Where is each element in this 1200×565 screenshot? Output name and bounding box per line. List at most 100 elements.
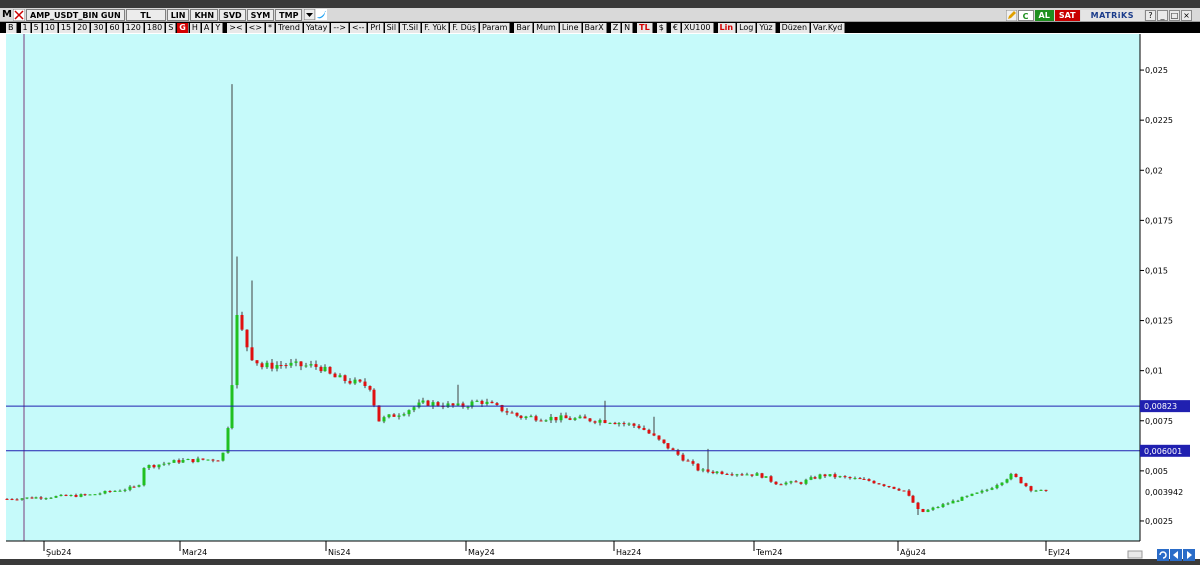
candle-up <box>965 495 969 497</box>
toolbar-bar[interactable]: Bar <box>514 22 534 33</box>
toolbar-zoom-out[interactable]: <> <box>246 22 266 33</box>
toolbar-sil[interactable]: Sil <box>384 22 400 33</box>
candle-down <box>691 461 695 464</box>
toolbar-z[interactable]: Z <box>610 22 622 33</box>
candle-up <box>764 476 768 478</box>
candle-down <box>490 401 494 404</box>
toolbar-period-30[interactable]: 30 <box>91 22 107 33</box>
currency-field[interactable]: TL <box>125 8 166 21</box>
window-close-icon[interactable]: × <box>1181 10 1192 21</box>
candle-down <box>779 484 783 486</box>
toolbar-n[interactable]: N <box>622 22 634 33</box>
candle-up <box>990 488 994 490</box>
toolbar-arrow-left[interactable]: <-- <box>349 22 368 33</box>
toolbar-mum[interactable]: Mum <box>534 22 559 33</box>
candle-down <box>363 381 367 386</box>
candle-up <box>387 414 391 418</box>
pencil-icon[interactable] <box>1005 10 1017 21</box>
khn-button[interactable]: KHN <box>190 8 219 21</box>
toolbar-period-10[interactable]: 10 <box>42 22 58 33</box>
toolbar-period-15[interactable]: 15 <box>58 22 75 33</box>
toolbar-period-60[interactable]: 60 <box>107 22 123 33</box>
candle-down <box>201 458 205 460</box>
toolbar-tl[interactable]: TL <box>637 22 653 33</box>
toolbar-varkyd[interactable]: Var.Kyd <box>811 22 846 33</box>
toolbar-param[interactable]: Param <box>480 22 511 33</box>
toolbar-prl[interactable]: Prl <box>368 22 384 33</box>
toolbar-duzen[interactable]: Düzen <box>779 22 811 33</box>
y-tick-label: 0,0025 <box>1145 517 1173 526</box>
toolbar-fdus[interactable]: F. Düş <box>450 22 480 33</box>
toolbar-barx[interactable]: BarX <box>582 22 607 33</box>
symbol-field[interactable]: AMP_USDT_BIN GUN <box>26 8 125 21</box>
y-tick-label: 0,0175 <box>1145 216 1173 225</box>
toolbar-b[interactable]: B <box>6 22 17 33</box>
toolbar-star[interactable]: * <box>266 22 276 33</box>
level-flag-label: 0,00823 <box>1144 402 1177 411</box>
candle-up <box>789 481 793 483</box>
sat-sell-button[interactable]: SAT <box>1054 10 1080 21</box>
candle-down <box>887 486 891 488</box>
candle-down <box>343 375 347 381</box>
candle-up <box>69 495 73 497</box>
dropdown-arrow-icon[interactable] <box>304 9 316 20</box>
toolbar-xu100[interactable]: XU100 <box>681 22 714 33</box>
toolbar-period-180[interactable]: 180 <box>144 22 166 33</box>
toolbar-period-5[interactable]: 5 <box>31 22 42 33</box>
candle-down <box>510 412 514 414</box>
window-minimize-icon[interactable]: _ <box>1157 10 1168 21</box>
candle-down <box>711 471 715 474</box>
svd-button[interactable]: SVD <box>219 8 246 21</box>
c-button[interactable]: C <box>1017 10 1034 21</box>
toolbar-period-s[interactable]: S <box>166 22 177 33</box>
candle-down <box>720 471 724 474</box>
toolbar-line[interactable]: Line <box>559 22 582 33</box>
candle-up <box>157 464 161 468</box>
toolbar-period-y[interactable]: Y <box>213 22 224 33</box>
al-buy-button[interactable]: AL <box>1034 10 1054 21</box>
twitter-icon[interactable] <box>316 9 328 20</box>
refresh-icon[interactable] <box>1157 549 1169 561</box>
candle-up <box>34 497 38 499</box>
candle-down <box>613 422 617 425</box>
toolbar-yatay[interactable]: Yatay <box>303 22 331 33</box>
candle-up <box>951 500 955 504</box>
candle-up <box>172 460 176 463</box>
toolbar-arrow-right[interactable]: --> <box>331 22 349 33</box>
window-help-icon[interactable]: ? <box>1145 10 1156 21</box>
candle-up <box>524 416 528 418</box>
candle-up <box>275 364 279 369</box>
toolbar-yuz[interactable]: Yüz <box>757 22 776 33</box>
y-tick-label: 0,01 <box>1145 367 1163 376</box>
toolbar-tsil[interactable]: T.Sil <box>400 22 422 33</box>
lin-button[interactable]: LIN <box>166 8 190 21</box>
toolbar-zoom-in[interactable]: >< <box>227 22 246 33</box>
toolbar-trend[interactable]: Trend <box>276 22 303 33</box>
toolbar-period-1[interactable]: 1 <box>20 22 31 33</box>
candle-down <box>279 364 283 366</box>
toolbar-period-g[interactable]: G <box>177 22 189 33</box>
toolbar-eur[interactable]: € <box>670 22 681 33</box>
price-chart[interactable]: 0,0025 0,005 0,0075 0,01 0,0125 0,015 0,0175 0,… <box>0 33 1200 565</box>
scroll-left-icon[interactable] <box>1170 549 1182 561</box>
toolbar-period-120[interactable]: 120 <box>123 22 144 33</box>
candle-down <box>892 486 896 489</box>
toolbar-log[interactable]: Log <box>737 22 757 33</box>
candle-up <box>926 509 930 512</box>
tmp-button[interactable]: TMP <box>275 8 303 21</box>
toolbar-period-20[interactable]: 20 <box>75 22 91 33</box>
candle-up <box>323 366 327 372</box>
x-tick-label: May24 <box>468 548 495 557</box>
toolbar-usd[interactable]: $ <box>656 22 667 33</box>
sym-button[interactable]: SYM <box>246 8 275 21</box>
toolbar-fyuk[interactable]: F. Yük <box>422 22 450 33</box>
chart-type-icon[interactable] <box>13 8 25 21</box>
toolbar-lin[interactable]: Lin <box>717 22 737 33</box>
scrollbar-stub[interactable] <box>1127 550 1143 559</box>
window-maximize-icon[interactable]: □ <box>1169 10 1180 21</box>
candle-up <box>573 418 577 420</box>
toolbar-period-a[interactable]: A <box>201 22 213 33</box>
scroll-right-icon[interactable] <box>1183 549 1195 561</box>
toolbar-period-h[interactable]: H <box>189 22 201 33</box>
candle-up <box>466 406 470 408</box>
